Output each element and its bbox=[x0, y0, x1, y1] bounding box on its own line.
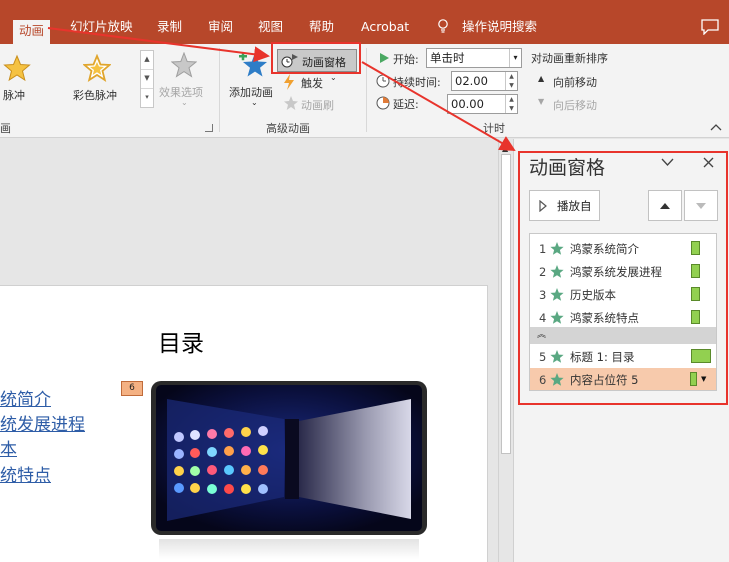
duration-clock-icon bbox=[376, 74, 390, 88]
start-label: 开始: bbox=[393, 53, 419, 66]
trigger-label[interactable]: 触发 bbox=[301, 75, 323, 91]
delay-clock-icon bbox=[376, 96, 390, 110]
pulse-star-icon[interactable] bbox=[3, 54, 31, 82]
delay-value: 00.00 bbox=[451, 97, 484, 111]
annotation-highlight-box bbox=[518, 151, 728, 405]
start-select-value: 单击时 bbox=[430, 51, 465, 65]
animation-painter-icon[interactable] bbox=[283, 96, 299, 110]
ribbon: 脉冲 彩色脉冲 ▲ ▼ ▾ 效果选项 ⌄ 画 添加动画 ⌄ 动画窗格 触发 ⌄ bbox=[0, 44, 729, 138]
trigger-caret-icon: ⌄ bbox=[330, 73, 337, 82]
color-pulse-star-icon[interactable] bbox=[83, 54, 111, 82]
tab-acrobat[interactable]: Acrobat bbox=[357, 16, 413, 44]
collapse-ribbon-icon[interactable] bbox=[710, 123, 722, 131]
delay-label: 延迟: bbox=[393, 98, 419, 111]
delay-stepper[interactable]: 00.00 ▲ ▼ bbox=[447, 94, 518, 114]
vertical-scrollbar[interactable]: ▲ bbox=[498, 139, 513, 562]
tab-slideshow[interactable]: 幻灯片放映 bbox=[66, 16, 137, 44]
spinner-icon[interactable]: ▲ ▼ bbox=[505, 95, 517, 113]
chevron-down-icon[interactable]: ▾ bbox=[509, 49, 521, 67]
scroll-thumb[interactable] bbox=[501, 154, 511, 454]
tab-review[interactable]: 审阅 bbox=[204, 16, 237, 44]
spinner-icon[interactable]: ▲ ▼ bbox=[505, 72, 517, 90]
animation-order-tag[interactable]: 6 bbox=[121, 381, 143, 396]
effect-options-icon[interactable] bbox=[171, 52, 197, 78]
animation-group-label: 画 bbox=[0, 122, 11, 135]
annotation-highlight-box bbox=[271, 42, 361, 74]
duration-value: 02.00 bbox=[455, 74, 488, 88]
toc-link[interactable]: 统特点 bbox=[0, 461, 51, 486]
effect-pulse-label[interactable]: 脉冲 bbox=[3, 87, 25, 103]
move-earlier-button[interactable]: 向前移动 bbox=[553, 74, 597, 90]
add-animation-caret-icon: ⌄ bbox=[251, 98, 258, 107]
scroll-up-icon[interactable]: ▲ bbox=[502, 144, 508, 153]
animation-painter-label[interactable]: 动画刷 bbox=[301, 97, 334, 113]
trigger-icon[interactable] bbox=[283, 74, 295, 90]
add-animation-icon[interactable] bbox=[237, 49, 269, 79]
duration-label: 持续时间: bbox=[393, 76, 441, 89]
title-bar bbox=[0, 0, 729, 8]
move-later-icon: ▼ bbox=[538, 97, 545, 106]
effect-options-caret-icon: ⌄ bbox=[181, 98, 188, 107]
start-select[interactable]: 单击时 ▾ bbox=[426, 48, 522, 68]
duration-stepper[interactable]: 02.00 ▲ ▼ bbox=[451, 71, 518, 91]
toc-link[interactable]: 本 bbox=[0, 435, 17, 460]
tell-me-search[interactable]: 操作说明搜索 bbox=[458, 16, 541, 44]
tab-help[interactable]: 帮助 bbox=[305, 16, 338, 44]
start-play-icon bbox=[380, 53, 389, 63]
advanced-animation-group-label: 高级动画 bbox=[266, 122, 310, 135]
dialog-launcher-icon[interactable] bbox=[205, 124, 213, 132]
slide-picture[interactable] bbox=[149, 379, 429, 559]
ribbon-tab-bar: 动画 幻灯片放映 录制 审阅 视图 帮助 Acrobat 操作说明搜索 bbox=[0, 8, 729, 44]
group-separator bbox=[219, 48, 220, 132]
gallery-more-icon[interactable]: ▾ bbox=[141, 89, 153, 108]
tab-record[interactable]: 录制 bbox=[153, 16, 186, 44]
slide-workspace: 目录 统简介 统发展进程 本 统特点 6 bbox=[0, 139, 498, 562]
toc-link[interactable]: 统简介 bbox=[0, 385, 51, 410]
gallery-down-icon[interactable]: ▼ bbox=[141, 70, 153, 89]
toc-link[interactable]: 统发展进程 bbox=[0, 410, 85, 435]
comment-icon[interactable] bbox=[701, 19, 719, 35]
slide-title[interactable]: 目录 bbox=[158, 324, 204, 358]
group-separator bbox=[366, 48, 367, 132]
lightbulb-icon bbox=[438, 19, 448, 33]
reorder-title: 对动画重新排序 bbox=[531, 52, 608, 65]
gallery-up-icon[interactable]: ▲ bbox=[141, 51, 153, 70]
tab-view[interactable]: 视图 bbox=[254, 16, 287, 44]
slide-canvas[interactable]: 目录 统简介 统发展进程 本 统特点 6 bbox=[0, 285, 488, 562]
tab-animations[interactable]: 动画 bbox=[13, 20, 51, 44]
effect-color-pulse-label[interactable]: 彩色脉冲 bbox=[73, 87, 117, 103]
move-later-button[interactable]: 向后移动 bbox=[553, 97, 597, 113]
timing-group-label: 计时 bbox=[483, 122, 505, 135]
gallery-scroll[interactable]: ▲ ▼ ▾ bbox=[140, 50, 154, 108]
move-earlier-icon: ▲ bbox=[538, 74, 545, 83]
